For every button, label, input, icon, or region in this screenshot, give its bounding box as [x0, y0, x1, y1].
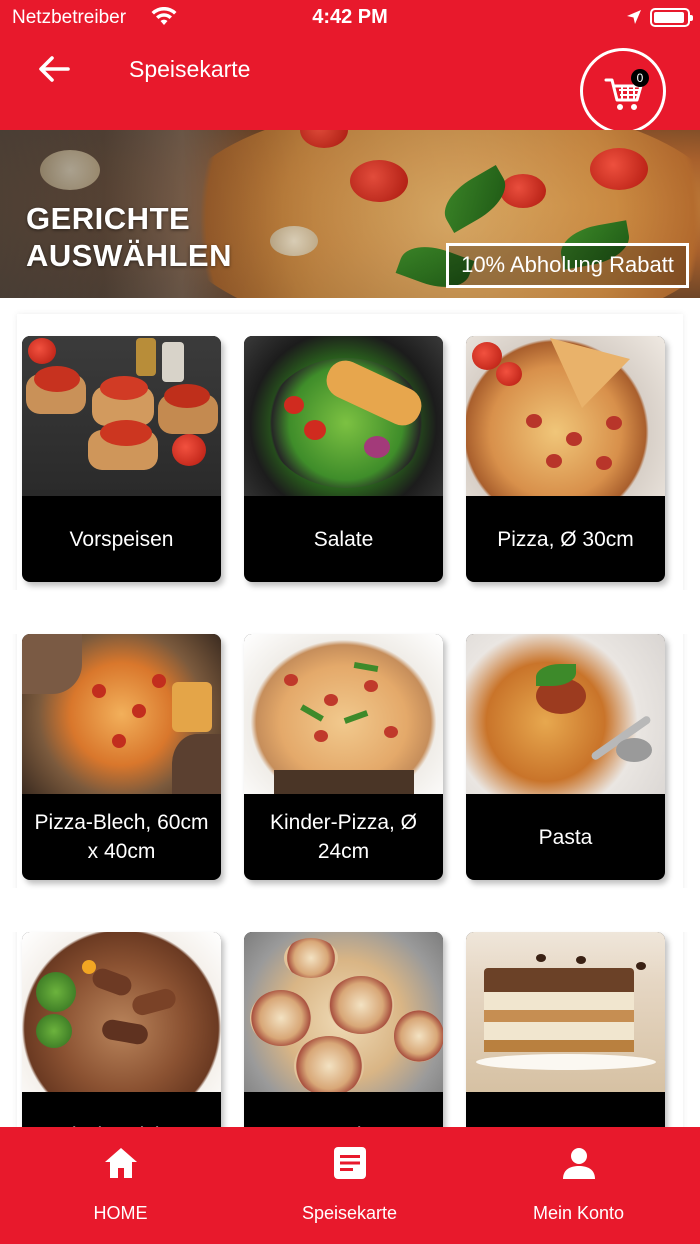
- menu-icon: [333, 1147, 366, 1179]
- salate-image: [244, 336, 443, 496]
- desserts-image: [466, 932, 665, 1092]
- snacks-image: [244, 932, 443, 1092]
- row-divider: [0, 888, 700, 932]
- hero-title-line2: AUSWÄHLEN: [26, 238, 232, 273]
- category-grid: Vorspeisen Salate Pizza, Ø 30cm Pizza-Bl…: [0, 298, 700, 1178]
- clock: 4:42 PM: [312, 6, 388, 28]
- category-label: Pasta: [538, 825, 593, 849]
- category-card-pizza-blech[interactable]: Pizza-Blech, 60cm x 40cm: [22, 634, 221, 880]
- pizza-30cm-image: [466, 336, 665, 496]
- vorspeisen-image: [22, 336, 221, 496]
- nav-label: Mein Konto: [532, 1203, 625, 1223]
- pizza-blech-image: [22, 634, 221, 794]
- bottom-navigation: HOME Speisekarte Mein Konto: [0, 1127, 700, 1244]
- nav-speisekarte[interactable]: Speisekarte: [233, 1127, 466, 1244]
- status-bar: Netzbetreiber 4:42 PM: [0, 0, 700, 36]
- location-arrow-icon: [627, 10, 641, 24]
- category-label: Pizza, Ø 30cm: [497, 527, 634, 551]
- pickup-discount-badge: 10% Abholung Rabatt: [446, 243, 689, 288]
- hero-title: GERICHTE AUSWÄHLEN: [26, 200, 232, 274]
- category-card-vorspeisen[interactable]: Vorspeisen: [22, 336, 221, 582]
- fischgerichte-image: [22, 932, 221, 1092]
- row-divider: [0, 590, 700, 634]
- back-arrow-icon[interactable]: [36, 54, 72, 84]
- cart-count-badge: 0: [631, 69, 649, 87]
- category-card-salate[interactable]: Salate: [244, 336, 443, 582]
- pasta-image: [466, 634, 665, 794]
- category-label: Kinder-Pizza, Ø 24cm: [269, 811, 418, 863]
- category-label: Salate: [313, 527, 374, 551]
- user-icon: [562, 1148, 595, 1179]
- category-label: Pizza-Blech, 60cm x 40cm: [34, 811, 209, 863]
- category-label: Vorspeisen: [69, 527, 174, 551]
- category-card-kinder-pizza[interactable]: Kinder-Pizza, Ø 24cm: [244, 634, 443, 880]
- category-card-pizza-30cm[interactable]: Pizza, Ø 30cm: [466, 336, 665, 582]
- home-icon: [104, 1148, 137, 1178]
- app-header: Netzbetreiber 4:42 PM Speisekarte 0: [0, 0, 700, 134]
- nav-label: HOME: [93, 1203, 148, 1223]
- nav-home[interactable]: HOME: [4, 1127, 237, 1244]
- cart-button[interactable]: 0: [580, 48, 666, 134]
- nav-mein-konto[interactable]: Mein Konto: [462, 1127, 695, 1244]
- hero-title-line1: GERICHTE: [26, 201, 191, 236]
- nav-label: Speisekarte: [301, 1203, 398, 1223]
- kinder-pizza-image: [244, 634, 443, 794]
- category-card-pasta[interactable]: Pasta: [466, 634, 665, 880]
- page-title: Speisekarte: [129, 56, 251, 82]
- battery-icon: [650, 8, 693, 27]
